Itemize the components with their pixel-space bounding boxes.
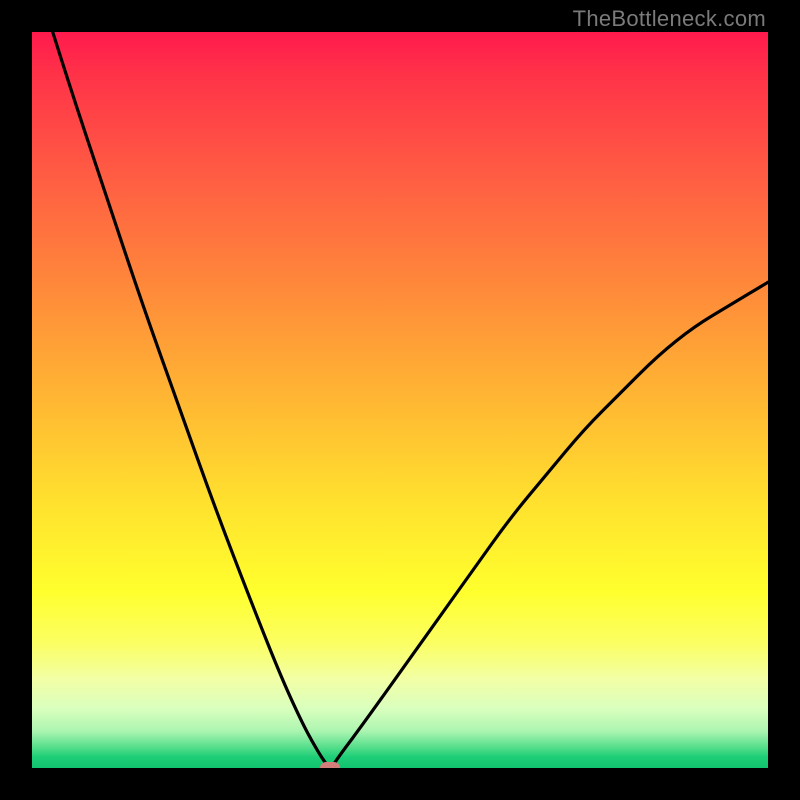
bottleneck-curve [32, 32, 768, 767]
watermark-text: TheBottleneck.com [573, 6, 766, 32]
plot-area [32, 32, 768, 768]
curve-svg [32, 32, 768, 768]
min-marker [320, 762, 341, 768]
chart-frame: TheBottleneck.com [0, 0, 800, 800]
